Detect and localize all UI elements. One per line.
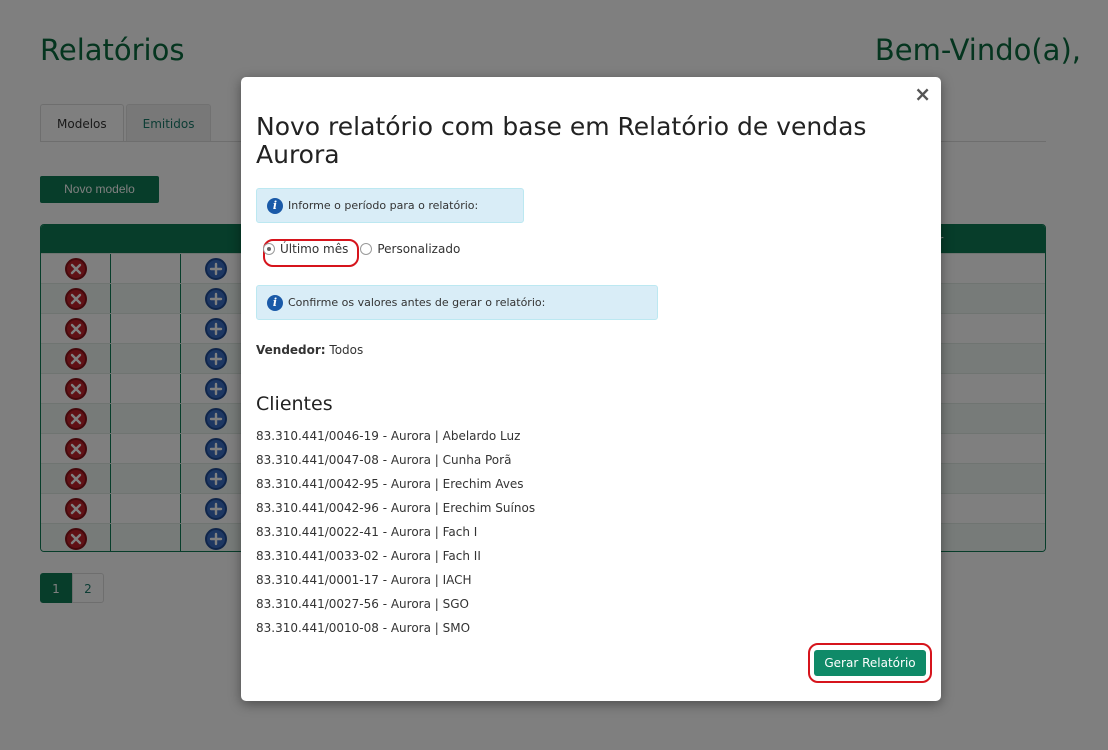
client-list: 83.310.441/0046-19 - Aurora | Abelardo L… [256, 427, 535, 643]
info-icon: i [267, 294, 283, 311]
new-report-modal: × Novo relatório com base em Relatório d… [241, 77, 941, 701]
clients-heading: Clientes [256, 393, 333, 415]
list-item: 83.310.441/0027-56 - Aurora | SGO [256, 597, 469, 611]
list-item: 83.310.441/0022-41 - Aurora | Fach I [256, 525, 478, 539]
radio-ultimo-mes[interactable] [263, 243, 275, 255]
list-item: 83.310.441/0042-96 - Aurora | Erechim Su… [256, 501, 536, 515]
period-info-box: i Informe o período para o relatório: [256, 188, 524, 223]
radio-ultimo-mes-label[interactable]: Último mês [280, 242, 348, 256]
list-item: 83.310.441/0046-19 - Aurora | Abelardo L… [256, 429, 521, 443]
list-item: 83.310.441/0001-17 - Aurora | IACH [256, 573, 472, 587]
list-item: 83.310.441/0033-02 - Aurora | Fach II [256, 549, 481, 563]
radio-personalizado[interactable] [360, 243, 373, 255]
info-icon: i [267, 197, 283, 214]
generate-report-button[interactable]: Gerar Relatório [814, 650, 926, 676]
seller-value: Todos [329, 343, 364, 357]
list-item: 83.310.441/0047-08 - Aurora | Cunha Porã [256, 453, 512, 467]
period-info-text: Informe o período para o relatório: [288, 199, 479, 212]
close-icon[interactable]: × [914, 82, 931, 106]
seller-line: Vendedor: Todos [256, 343, 363, 357]
period-options: Último mês Personalizado [263, 242, 472, 256]
confirm-info-box: i Confirme os valores antes de gerar o r… [256, 285, 658, 320]
confirm-info-text: Confirme os valores antes de gerar o rel… [288, 296, 546, 309]
list-item: 83.310.441/0010-08 - Aurora | SMO [256, 621, 471, 635]
seller-label: Vendedor: [256, 343, 326, 357]
list-item: 83.310.441/0042-95 - Aurora | Erechim Av… [256, 477, 524, 491]
radio-personalizado-label[interactable]: Personalizado [377, 242, 460, 256]
modal-title: Novo relatório com base em Relatório de … [256, 112, 867, 169]
